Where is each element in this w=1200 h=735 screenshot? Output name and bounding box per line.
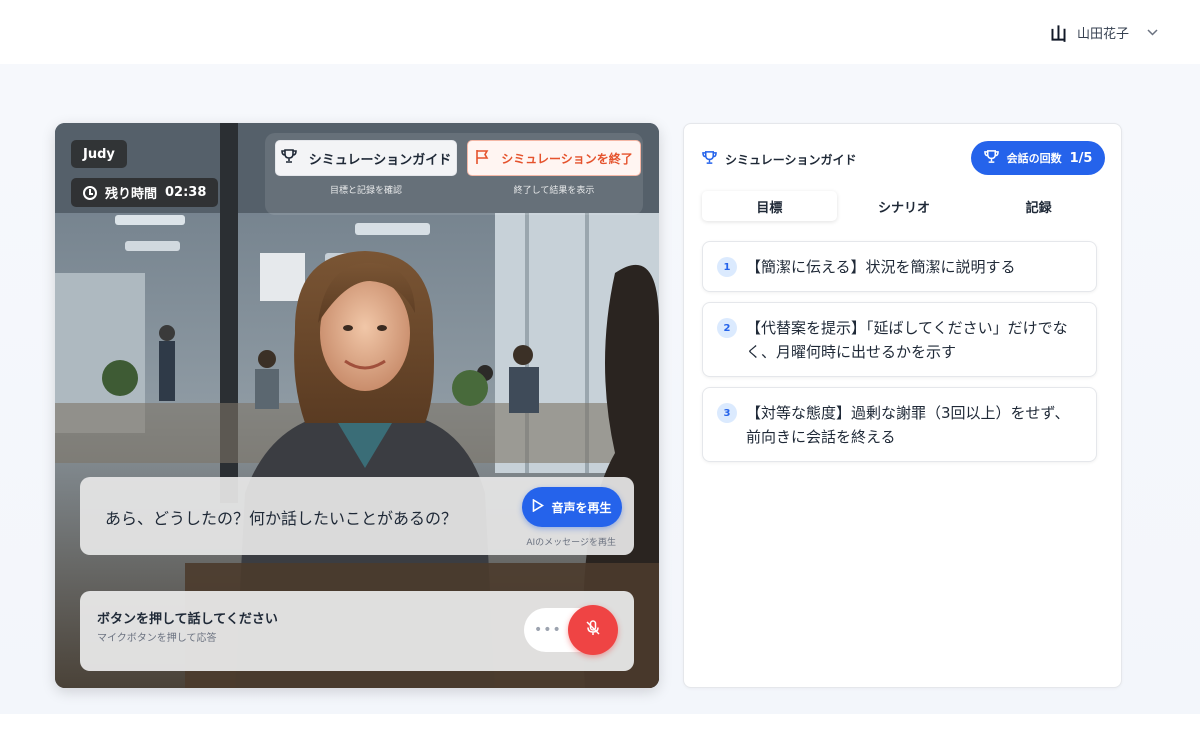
count-value: 1/5 bbox=[1069, 150, 1093, 166]
panel-title: シミュレーションガイド bbox=[702, 150, 857, 168]
user-menu[interactable]: 山 山田花子 bbox=[1050, 20, 1158, 45]
simulation-guide-button[interactable]: シミュレーションガイド bbox=[275, 140, 457, 176]
ai-message-bubble: あら、どうしたの？何か話したいことがあるの？ 音声を再生 AIのメッセージを再生 bbox=[80, 477, 634, 555]
goal-item: 3 【対等な態度】過剰な謝罪（3回以上）をせず、前向きに会話を終える bbox=[702, 387, 1097, 462]
conversation-count-badge: 会話の回数 1/5 bbox=[971, 141, 1105, 175]
voice-input-bar: ボタンを押して話してください マイクボタンを押して応答 ••• bbox=[80, 591, 634, 671]
ai-message-text: あら、どうしたの？何か話したいことがあるの？ bbox=[105, 509, 458, 528]
footer-strip bbox=[0, 714, 1200, 735]
speaker-name-tag: Judy bbox=[71, 140, 127, 168]
tab-records[interactable]: 記録 bbox=[971, 191, 1106, 221]
goal-text: 【代替案を提示】「延ばしてください」だけでなく、月曜何時に出せるかを示す bbox=[746, 319, 1068, 361]
clock-icon bbox=[83, 185, 97, 200]
play-audio-button[interactable]: 音声を再生 bbox=[522, 487, 622, 527]
goal-number: 2 bbox=[717, 318, 737, 338]
timer-label: 残り時間 bbox=[105, 187, 158, 202]
voice-prompt-title: ボタンを押して話してください bbox=[97, 612, 278, 627]
tab-goals[interactable]: 目標 bbox=[702, 191, 837, 221]
top-actions-group: シミュレーションガイド 目標と記録を確認 シミュレーションを終了 終了して結果を… bbox=[265, 133, 643, 215]
goal-text: 【対等な態度】過剰な謝罪（3回以上）をせず、前向きに会話を終える bbox=[746, 404, 1070, 446]
count-label: 会話の回数 bbox=[1006, 152, 1062, 165]
goal-item: 2 【代替案を提示】「延ばしてください」だけでなく、月曜何時に出せるかを示す bbox=[702, 302, 1097, 377]
mic-off-icon bbox=[584, 619, 602, 641]
mic-button[interactable] bbox=[568, 605, 618, 655]
end-simulation-button[interactable]: シミュレーションを終了 bbox=[467, 140, 641, 176]
trophy-icon bbox=[702, 150, 717, 168]
simulation-guide-panel: シミュレーションガイド 会話の回数 1/5 目標 シナリオ 記録 1 【簡潔に伝… bbox=[683, 123, 1122, 688]
play-audio-label: 音声を再生 bbox=[551, 500, 612, 515]
user-name: 山田花子 bbox=[1076, 26, 1129, 42]
goal-text: 【簡潔に伝える】状況を簡潔に説明する bbox=[746, 258, 1016, 276]
goal-number: 3 bbox=[717, 403, 737, 423]
trophy-icon bbox=[280, 148, 297, 168]
panel-tabs: 目標 シナリオ 記録 bbox=[702, 188, 1106, 224]
flag-icon bbox=[475, 149, 489, 168]
play-icon bbox=[532, 498, 545, 515]
user-avatar: 山 bbox=[1049, 24, 1067, 45]
top-bar: 山 山田花子 bbox=[0, 0, 1200, 64]
timer-value: 02:38 bbox=[165, 185, 207, 200]
tab-scenario[interactable]: シナリオ bbox=[837, 191, 972, 221]
mic-toggle[interactable]: ••• bbox=[524, 605, 618, 655]
panel-title-text: シミュレーションガイド bbox=[725, 152, 857, 167]
play-audio-caption: AIのメッセージを再生 bbox=[526, 538, 616, 548]
end-caption: 終了して結果を表示 bbox=[513, 186, 595, 196]
remaining-time: 残り時間 02:38 bbox=[71, 178, 219, 207]
listening-dots: ••• bbox=[534, 622, 562, 638]
voice-prompt-subtitle: マイクボタンを押して応答 bbox=[97, 633, 217, 644]
guide-caption: 目標と記録を確認 bbox=[329, 186, 402, 196]
goal-number: 1 bbox=[717, 257, 737, 277]
trophy-icon bbox=[983, 149, 999, 167]
goal-item: 1 【簡潔に伝える】状況を簡潔に説明する bbox=[702, 241, 1097, 292]
chevron-down-icon bbox=[1147, 26, 1158, 39]
video-panel: Judy 残り時間 02:38 シミュレーションガイド 目標と記録を確認 シミュ… bbox=[55, 123, 659, 688]
end-simulation-label: シミュレーションを終了 bbox=[501, 151, 633, 166]
simulation-guide-label: シミュレーションガイド bbox=[308, 152, 452, 168]
